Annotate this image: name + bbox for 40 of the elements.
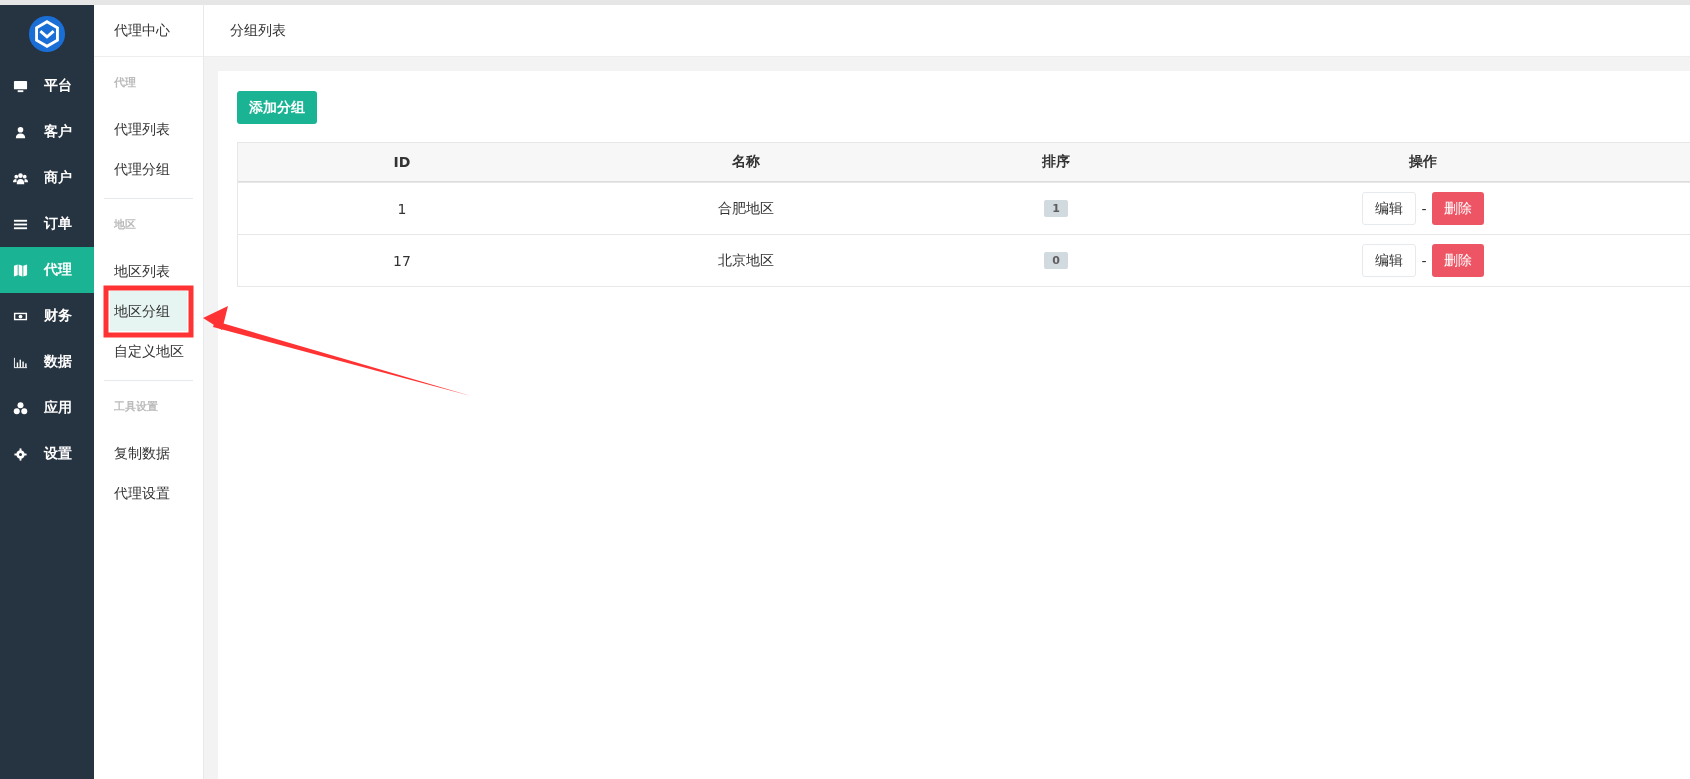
- table-cell: 北京地区: [718, 251, 774, 270]
- nav-item[interactable]: 设置: [0, 431, 94, 477]
- section-heading: 工具设置: [113, 399, 159, 415]
- sidebar-title: 代理中心: [94, 5, 203, 57]
- sidebar-item[interactable]: 自定义地区: [110, 331, 187, 371]
- logo-icon: [28, 15, 66, 53]
- nav-item[interactable]: 订单: [0, 201, 94, 247]
- map-icon: [13, 262, 28, 278]
- order-badge: 1: [1044, 200, 1068, 217]
- settings-icon: [13, 446, 28, 462]
- table-cell: 1: [397, 200, 407, 217]
- user-icon: [13, 124, 28, 140]
- sidebar-item[interactable]: 代理分组: [110, 149, 187, 189]
- order-badge: 0: [1044, 252, 1068, 269]
- section-heading: 地区: [113, 217, 137, 233]
- monitor-icon: [13, 78, 28, 94]
- section-heading: 代理: [113, 75, 137, 91]
- nav-item[interactable]: 应用: [0, 385, 94, 431]
- edit-button[interactable]: 编辑: [1362, 192, 1417, 225]
- sidebar-item[interactable]: 代理列表: [110, 109, 187, 149]
- users-icon: [13, 170, 28, 186]
- sidebar-item[interactable]: 地区列表: [110, 251, 187, 291]
- separator-text: -: [1421, 252, 1427, 269]
- column-header: 名称: [732, 153, 760, 171]
- nav-item[interactable]: 平台: [0, 63, 94, 109]
- sidebar-item[interactable]: 复制数据: [110, 433, 187, 473]
- sidebar-item[interactable]: 地区分组: [110, 291, 187, 331]
- nav-item[interactable]: 数据: [0, 339, 94, 385]
- separator-text: -: [1421, 200, 1427, 217]
- sidebar-item[interactable]: 代理设置: [110, 473, 187, 513]
- column-header: 操作: [1409, 153, 1437, 171]
- edit-button[interactable]: 编辑: [1362, 244, 1417, 277]
- column-header: 排序: [1042, 153, 1070, 171]
- page-title: 分组列表: [230, 21, 286, 40]
- nav-item[interactable]: 财务: [0, 293, 94, 339]
- table-cell: 17: [393, 252, 411, 269]
- table-cell: 合肥地区: [718, 199, 774, 218]
- column-header: ID: [393, 154, 411, 170]
- nav-item[interactable]: 商户: [0, 155, 94, 201]
- nav-item[interactable]: 客户: [0, 109, 94, 155]
